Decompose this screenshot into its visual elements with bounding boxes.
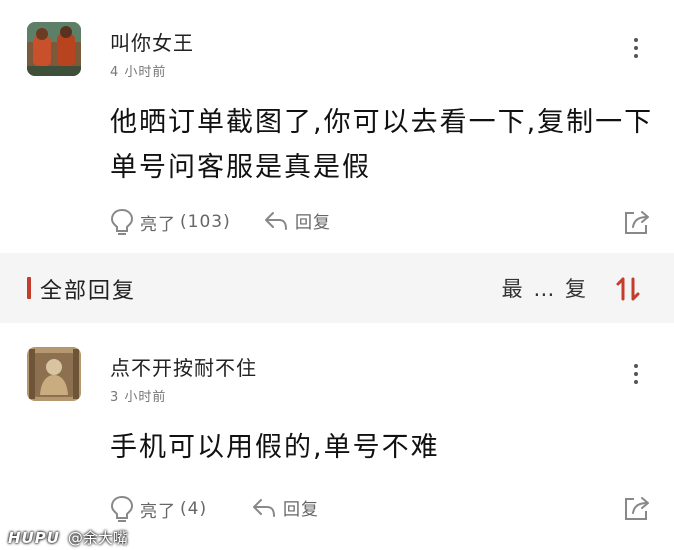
watermark: HUPU @余大嘴 — [8, 527, 128, 548]
avatar[interactable] — [27, 22, 81, 76]
reply-label: 回复 — [283, 500, 319, 520]
reply-button[interactable]: 回复 — [251, 495, 319, 520]
reply-arrow-icon — [265, 211, 287, 230]
more-vertical-icon[interactable] — [632, 38, 640, 60]
like-label: 亮了 — [140, 501, 176, 522]
sort-toggle-icon[interactable] — [614, 275, 642, 303]
share-icon[interactable] — [622, 207, 652, 237]
timestamp: 3 小时前 — [110, 390, 167, 405]
lightbulb-icon — [110, 495, 134, 522]
sort-option[interactable]: 最 … 复 — [502, 273, 588, 303]
reply-button[interactable]: 回复 — [263, 208, 331, 233]
watermark-logo: HUPU — [8, 528, 60, 547]
like-label: 亮了 — [140, 214, 176, 235]
all-replies-bar: 全部回复 最 … 复 — [0, 253, 674, 323]
like-button[interactable]: 亮了 (4) — [110, 495, 207, 523]
reply-content: 他晒订单截图了,你可以去看一下,复制一下单号问客服是真是假 — [110, 107, 654, 183]
share-icon[interactable] — [622, 493, 652, 523]
section-title: 全部回复 — [40, 279, 137, 304]
timestamp: 4 小时前 — [110, 65, 167, 80]
section-accent-mark — [27, 277, 31, 299]
like-count: (103) — [180, 212, 231, 232]
avatar[interactable] — [27, 347, 81, 401]
reply-arrow-icon — [253, 498, 275, 517]
username[interactable]: 点不开按耐不住 — [110, 352, 257, 381]
reply-label: 回复 — [295, 213, 331, 233]
more-vertical-icon[interactable] — [632, 364, 640, 386]
lightbulb-icon — [110, 208, 134, 235]
like-count: (4) — [180, 499, 208, 519]
username[interactable]: 叫你女王 — [110, 27, 194, 56]
like-button[interactable]: 亮了 (103) — [110, 208, 231, 236]
watermark-handle: @余大嘴 — [67, 529, 128, 547]
reply-content: 手机可以用假的,单号不难 — [110, 432, 440, 463]
